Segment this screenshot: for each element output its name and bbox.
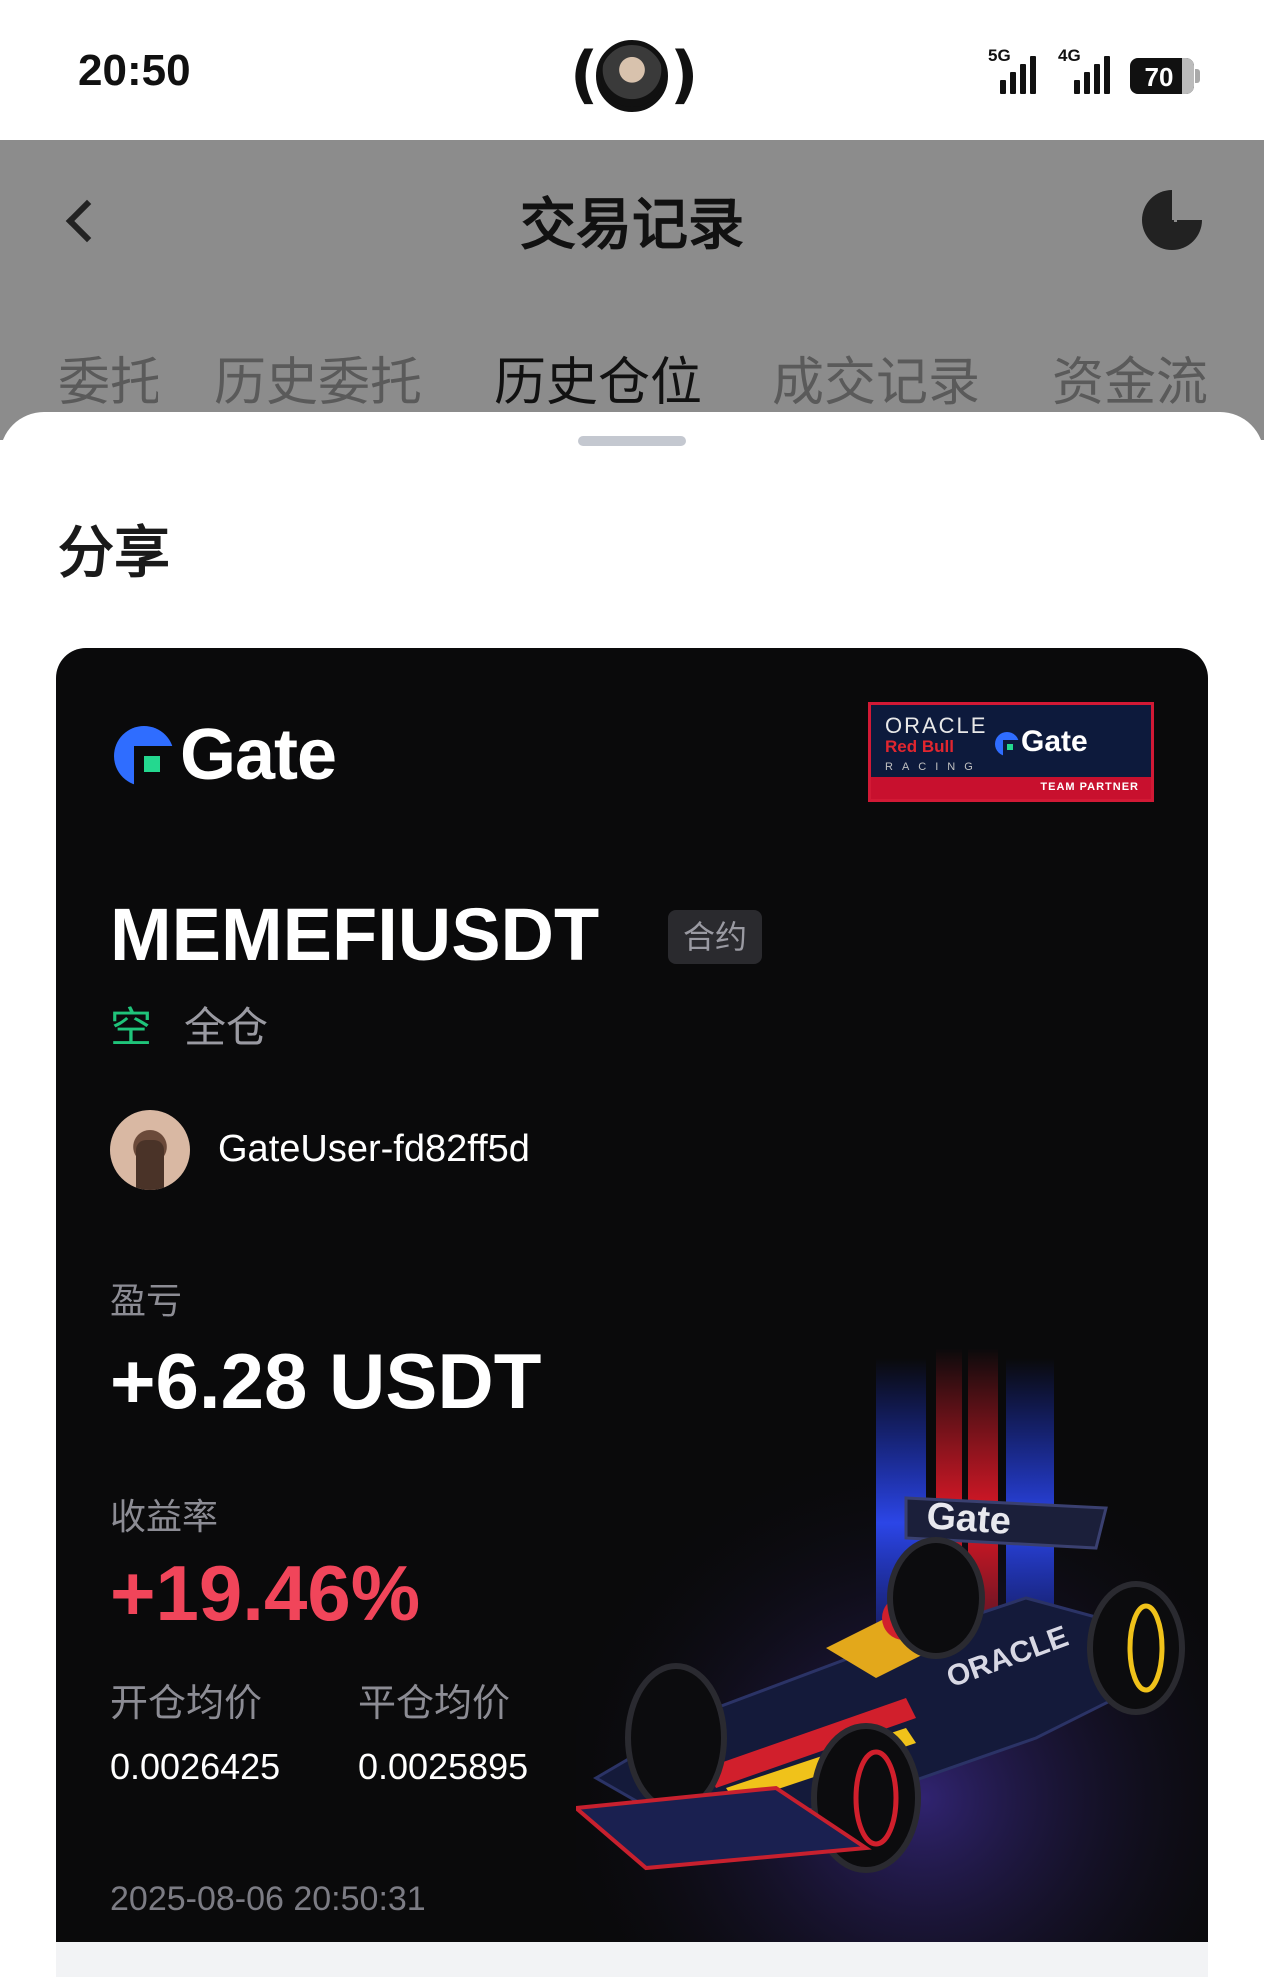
gate-logo-icon — [114, 726, 174, 786]
pnl-label: 盈亏 — [110, 1281, 183, 1322]
close-price-label: 平仓均价 — [358, 1681, 511, 1725]
race-car-illustration: Gate ORACLE — [576, 1348, 1208, 1948]
sheet-title: 分享 — [58, 521, 170, 586]
tab-fund-flow[interactable]: 资金流 — [1052, 340, 1212, 415]
signal-4g-icon: 4G — [1050, 46, 1112, 94]
island-avatar-icon — [596, 40, 668, 112]
roi-label: 收益率 — [110, 1497, 219, 1538]
signal-5g-icon: 5G — [988, 46, 1036, 94]
timestamp: 2025-08-06 20:50:31 — [110, 1880, 426, 1918]
redbull-partner-badge: ORACLE Red Bull RACING Gate TEAM PARTNER — [868, 702, 1154, 802]
app-header: 交易记录 委托 历史委托 历史仓位 成交记录 资金流 — [0, 140, 1264, 440]
open-price-value: 0.0026425 — [110, 1746, 281, 1787]
page-title: 交易记录 — [520, 193, 744, 258]
right-paren-glyph: ) — [670, 38, 699, 111]
open-price-label: 开仓均价 — [110, 1681, 263, 1725]
screen: 20:50 ( ) 5G 4G 70 交易记录 委托 历史委托 历史仓位 成交记… — [0, 0, 1264, 1977]
status-bar: 20:50 ( ) 5G 4G 70 — [0, 0, 1264, 140]
clock: 20:50 — [78, 46, 191, 95]
left-paren-glyph: ( — [570, 38, 599, 111]
drag-handle[interactable] — [578, 436, 686, 446]
card-footer-strip — [56, 1942, 1208, 1977]
username: GateUser-fd82ff5d — [218, 1128, 530, 1170]
battery-level: 70 — [1144, 62, 1174, 92]
close-price-value: 0.0025895 — [358, 1746, 529, 1787]
share-card: Gate ORACLE Red Bull RACING Gate TEAM PA… — [56, 648, 1208, 1948]
gate-small-icon — [995, 732, 1019, 756]
dynamic-island: ( ) — [570, 36, 698, 116]
tab-order-history[interactable]: 历史委托 — [214, 340, 422, 415]
avatar — [110, 1110, 190, 1190]
tab-orders[interactable]: 委托 — [58, 340, 158, 415]
tab-position-history[interactable]: 历史仓位 — [494, 340, 702, 415]
trading-pair: MEMEFIUSDT — [110, 893, 600, 976]
pnl-value: +6.28 USDT — [110, 1337, 542, 1425]
contract-badge: 合约 — [668, 910, 762, 964]
tab-trade-history[interactable]: 成交记录 — [772, 340, 980, 415]
roi-value: +19.46% — [110, 1549, 421, 1637]
battery-icon: 70 — [1130, 58, 1200, 94]
pie-chart-icon[interactable] — [1142, 190, 1202, 250]
svg-text:Gate: Gate — [925, 1495, 1012, 1543]
margin-mode: 全仓 — [184, 1003, 269, 1052]
position-side: 空 — [110, 1003, 153, 1052]
